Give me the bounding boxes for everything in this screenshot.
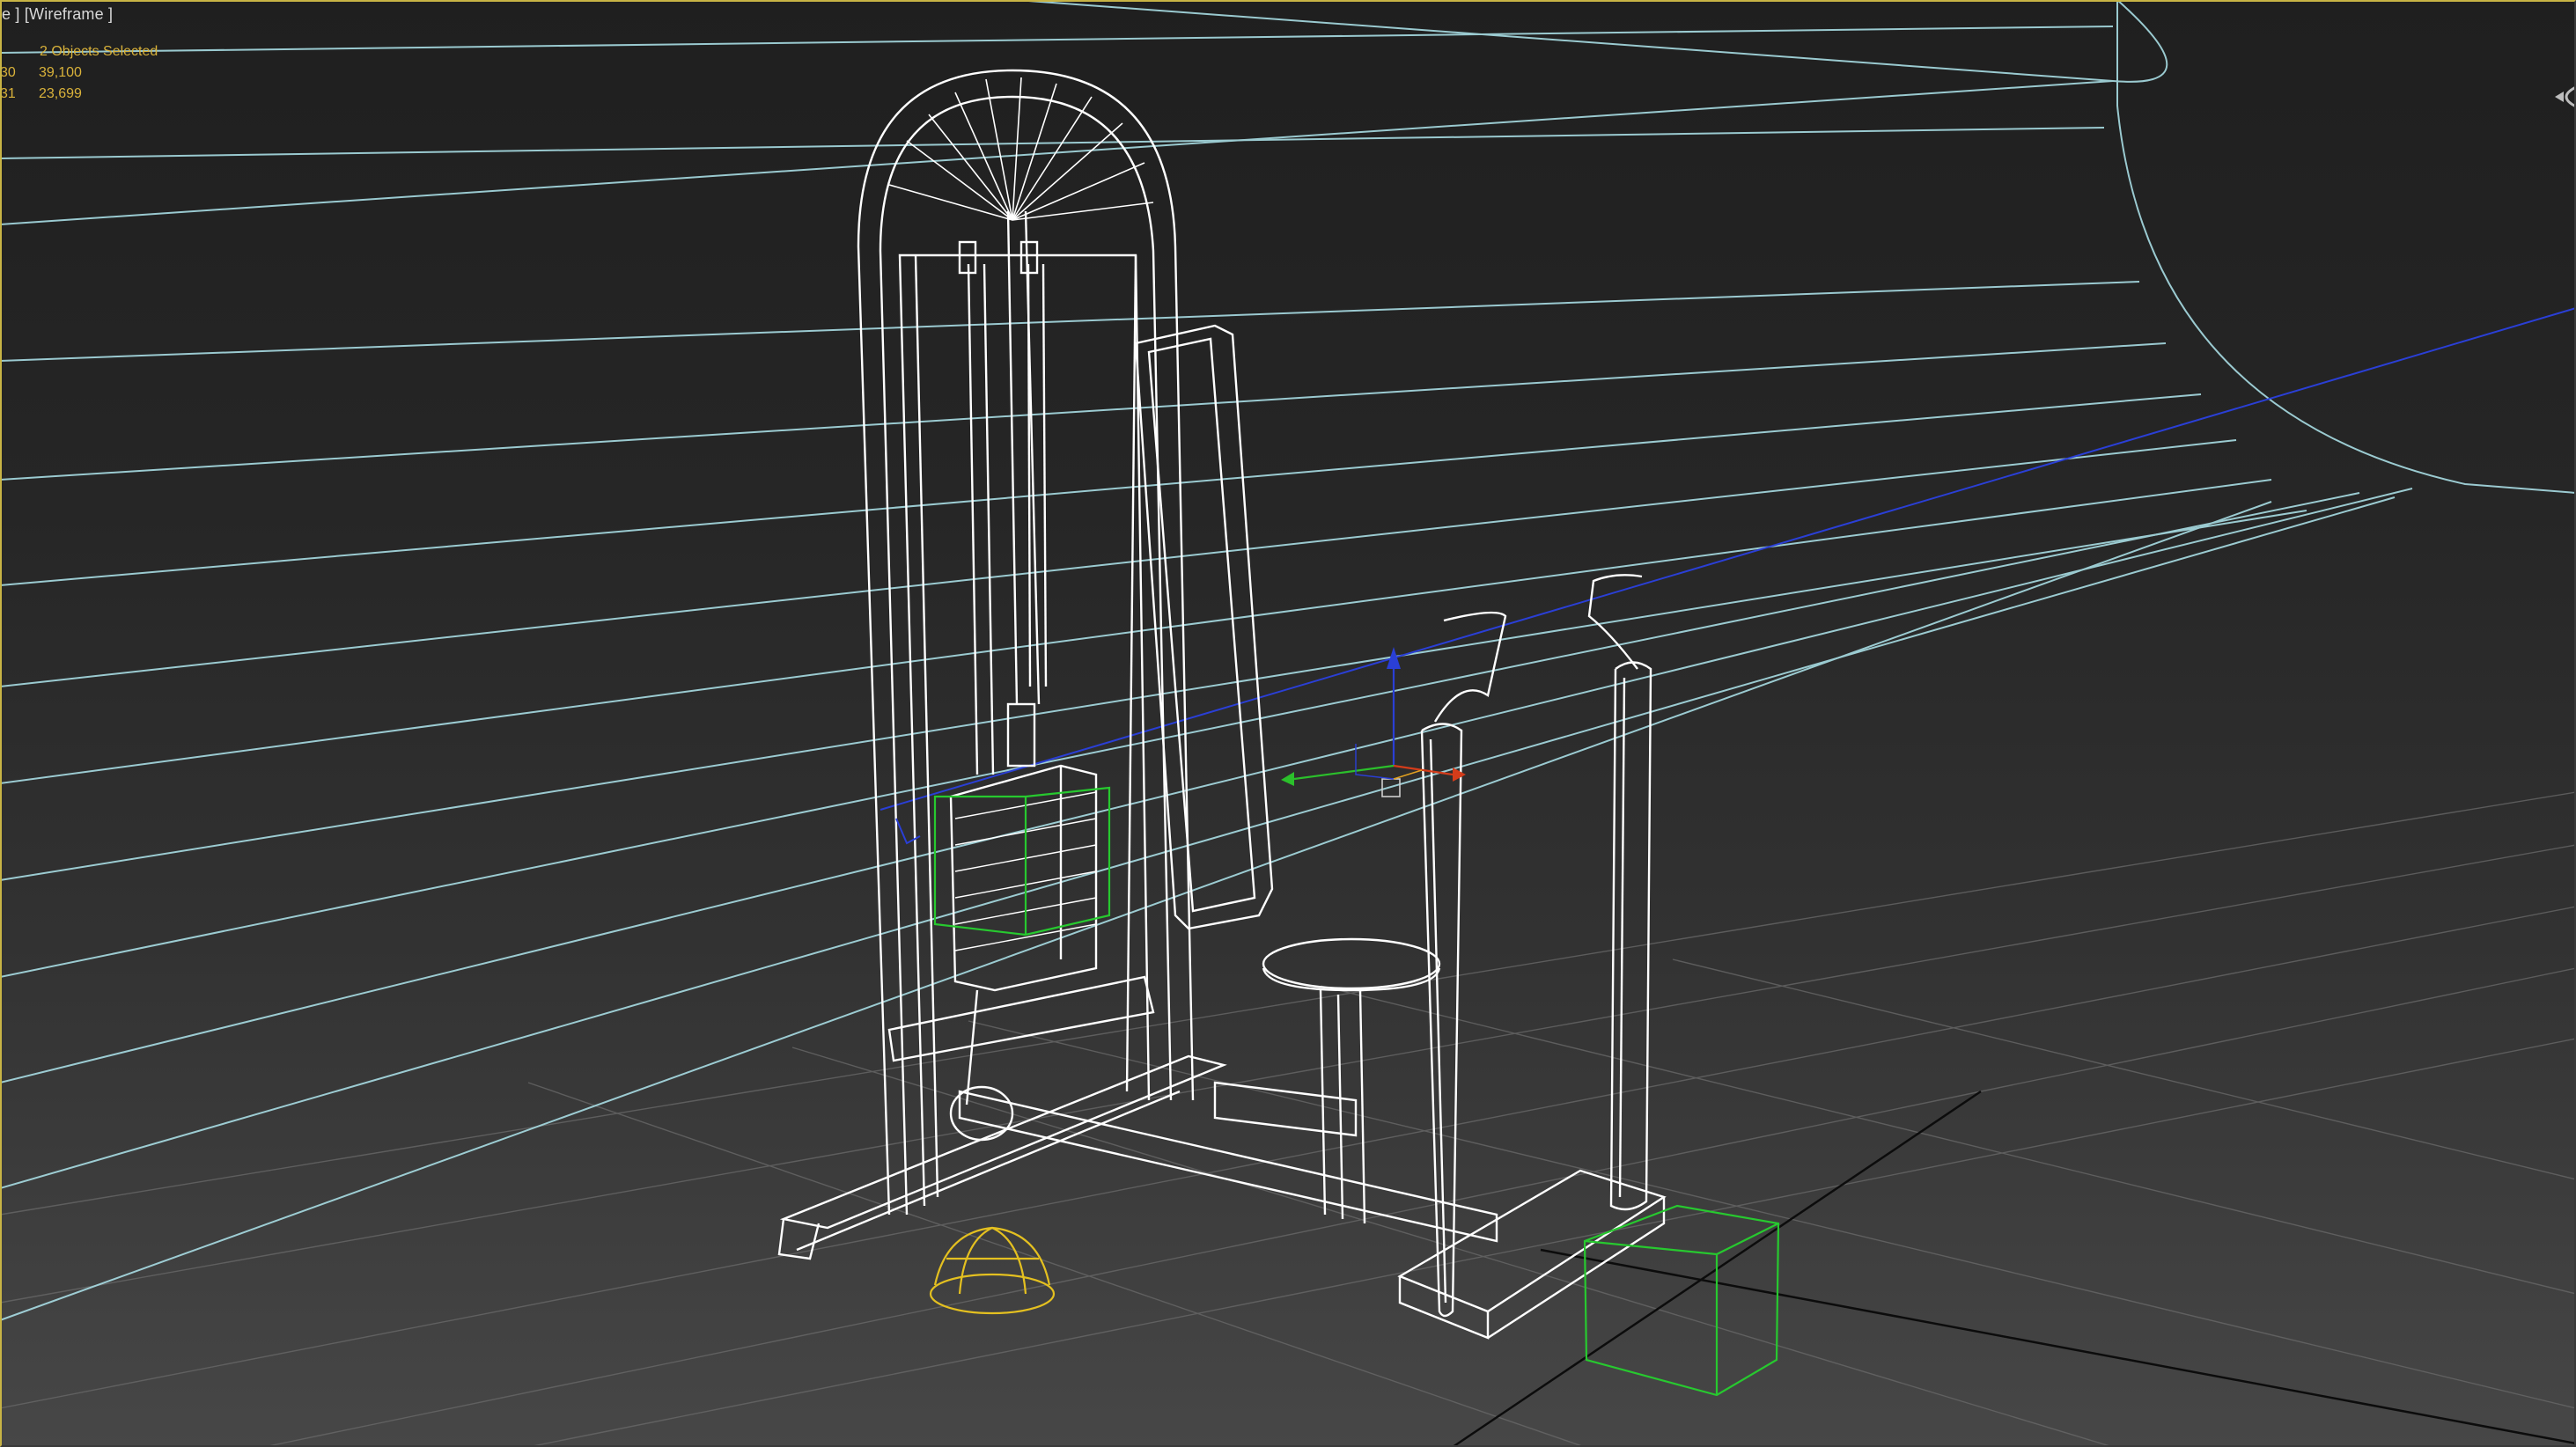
stats-value: 23,699: [39, 86, 82, 101]
machine-wireframe[interactable]: [777, 69, 1667, 1340]
viewcube-icon[interactable]: [2551, 79, 2576, 114]
floor-grid: [0, 791, 2576, 1447]
selection-count: 2 Objects Selected: [40, 44, 158, 59]
cyclorama-backdrop: [0, 0, 2576, 1321]
viewport-scene[interactable]: [0, 0, 2576, 1447]
perspective-viewport[interactable]: e ] [Wireframe ] 2 Objects Selected 30 3…: [0, 0, 2576, 1447]
stats-value: 39,100: [39, 65, 82, 80]
pivot-marker: [895, 818, 921, 845]
world-axis-line-2: [1540, 1248, 2576, 1445]
viewport-label[interactable]: e ] [Wireframe ]: [2, 5, 113, 24]
stats-key: 31: [0, 86, 16, 101]
helper-dome[interactable]: [929, 1226, 1056, 1315]
stats-key: 30: [0, 65, 16, 80]
